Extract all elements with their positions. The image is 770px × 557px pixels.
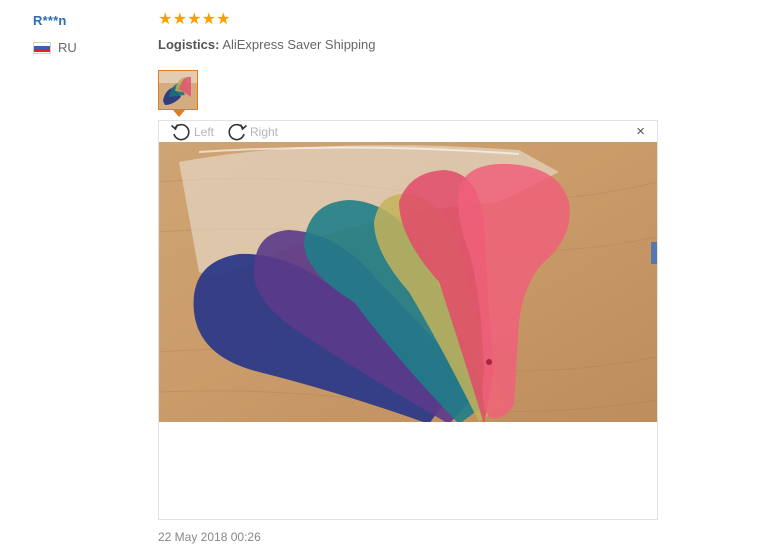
- rotate-right-button[interactable]: Right: [226, 122, 278, 141]
- photo-thumbnail[interactable]: [158, 70, 198, 110]
- close-viewer-button[interactable]: ×: [636, 123, 645, 141]
- star-rating: ★ ★ ★ ★ ★: [158, 11, 231, 27]
- star-icon: ★: [216, 9, 231, 28]
- country-code: RU: [58, 40, 77, 55]
- thumbnail-image: [159, 71, 197, 109]
- logistics-value: AliExpress Saver Shipping: [222, 37, 376, 52]
- rotate-left-label: Left: [194, 124, 215, 139]
- logistics-info: Logistics: AliExpress Saver Shipping: [158, 37, 376, 52]
- logistics-label: Logistics:: [158, 37, 220, 52]
- reviewer-name: R***n: [33, 13, 67, 28]
- review-date: 22 May 2018 00:26: [158, 530, 261, 544]
- viewer-toolbar: Left Right ×: [159, 121, 657, 142]
- rotate-left-icon: [170, 123, 190, 141]
- russia-flag-icon: [33, 41, 51, 54]
- photo-viewer: Left Right ×: [158, 120, 658, 520]
- selected-thumbnail-pointer: [173, 110, 185, 117]
- star-icon: ★: [158, 9, 173, 28]
- review-photo: [159, 142, 657, 422]
- reviewer-country: RU: [33, 40, 77, 55]
- rotate-left-button[interactable]: Left: [170, 122, 214, 141]
- star-icon: ★: [201, 9, 216, 28]
- star-icon: ★: [187, 9, 202, 28]
- rotate-right-icon: [228, 123, 248, 141]
- review-photo-image: [159, 142, 657, 422]
- star-icon: ★: [172, 9, 187, 28]
- rotate-right-label: Right: [250, 124, 279, 139]
